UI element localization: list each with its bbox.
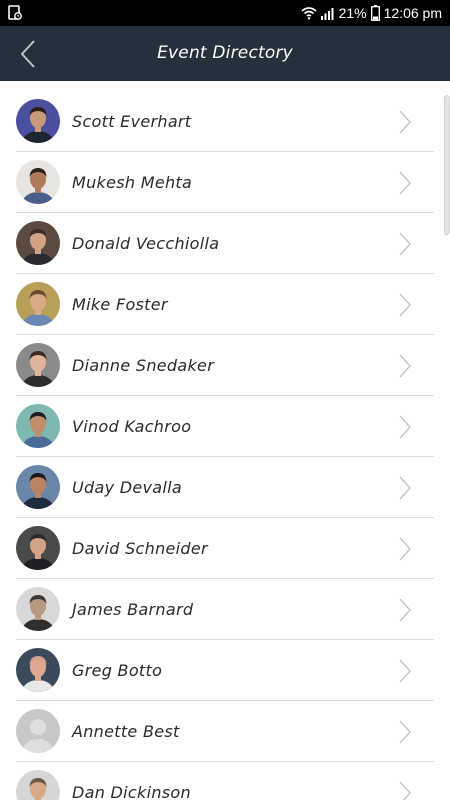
list-item[interactable]: Mukesh Mehta bbox=[16, 152, 434, 213]
back-button[interactable] bbox=[8, 34, 48, 74]
battery-icon bbox=[370, 5, 380, 21]
avatar bbox=[16, 282, 60, 326]
list-item[interactable]: Dan Dickinson bbox=[16, 762, 434, 800]
person-name: James Barnard bbox=[72, 600, 194, 619]
clock: 12:06 pm bbox=[383, 5, 442, 21]
list-item[interactable]: James Barnard bbox=[16, 579, 434, 640]
avatar bbox=[16, 526, 60, 570]
person-name: Uday Devalla bbox=[72, 478, 182, 497]
wifi-icon bbox=[301, 7, 317, 20]
person-name: Annette Best bbox=[72, 722, 180, 741]
status-bar: 21% 12:06 pm bbox=[0, 0, 450, 26]
chevron-right-icon bbox=[398, 659, 412, 683]
person-name: David Schneider bbox=[72, 539, 208, 558]
chevron-right-icon bbox=[398, 476, 412, 500]
list-item[interactable]: David Schneider bbox=[16, 518, 434, 579]
scrollbar[interactable] bbox=[444, 95, 450, 235]
list-item[interactable]: Dianne Snedaker bbox=[16, 335, 434, 396]
chevron-right-icon bbox=[398, 415, 412, 439]
avatar bbox=[16, 648, 60, 692]
list-item[interactable]: Donald Vecchiolla bbox=[16, 213, 434, 274]
avatar bbox=[16, 160, 60, 204]
list-item[interactable]: Uday Devalla bbox=[16, 457, 434, 518]
chevron-right-icon bbox=[398, 171, 412, 195]
chevron-right-icon bbox=[398, 598, 412, 622]
person-name: Mike Foster bbox=[72, 295, 168, 314]
person-name: Dianne Snedaker bbox=[72, 356, 215, 375]
avatar bbox=[16, 465, 60, 509]
list-item[interactable]: Greg Botto bbox=[16, 640, 434, 701]
avatar bbox=[16, 343, 60, 387]
list-item[interactable]: Mike Foster bbox=[16, 274, 434, 335]
avatar bbox=[16, 221, 60, 265]
page-title: Event Directory bbox=[157, 43, 293, 63]
list-item[interactable]: Vinod Kachroo bbox=[16, 396, 434, 457]
avatar bbox=[16, 770, 60, 800]
chevron-right-icon bbox=[398, 720, 412, 744]
chevron-right-icon bbox=[398, 110, 412, 134]
person-name: Dan Dickinson bbox=[72, 783, 191, 800]
back-arrow-icon bbox=[20, 40, 35, 68]
event-directory-list[interactable]: Scott Everhart Mukesh Mehta Donald Vecchio… bbox=[0, 91, 450, 800]
chevron-right-icon bbox=[398, 232, 412, 256]
person-name: Donald Vecchiolla bbox=[72, 234, 220, 253]
avatar bbox=[16, 709, 60, 753]
person-name: Scott Everhart bbox=[72, 112, 192, 131]
signal-icon bbox=[320, 8, 334, 20]
avatar bbox=[16, 99, 60, 143]
battery-percentage: 21% bbox=[338, 5, 367, 21]
avatar bbox=[16, 587, 60, 631]
person-name: Greg Botto bbox=[72, 661, 163, 680]
person-name: Mukesh Mehta bbox=[72, 173, 193, 192]
app-header: Event Directory bbox=[0, 26, 450, 81]
avatar bbox=[16, 404, 60, 448]
chevron-right-icon bbox=[398, 354, 412, 378]
chevron-right-icon bbox=[398, 293, 412, 317]
notification-icon bbox=[8, 5, 22, 20]
person-name: Vinod Kachroo bbox=[72, 417, 192, 436]
list-item[interactable]: Scott Everhart bbox=[16, 91, 434, 152]
status-icons: 21% 12:06 pm bbox=[301, 0, 442, 26]
chevron-right-icon bbox=[398, 537, 412, 561]
list-item[interactable]: Annette Best bbox=[16, 701, 434, 762]
chevron-right-icon bbox=[398, 781, 412, 800]
